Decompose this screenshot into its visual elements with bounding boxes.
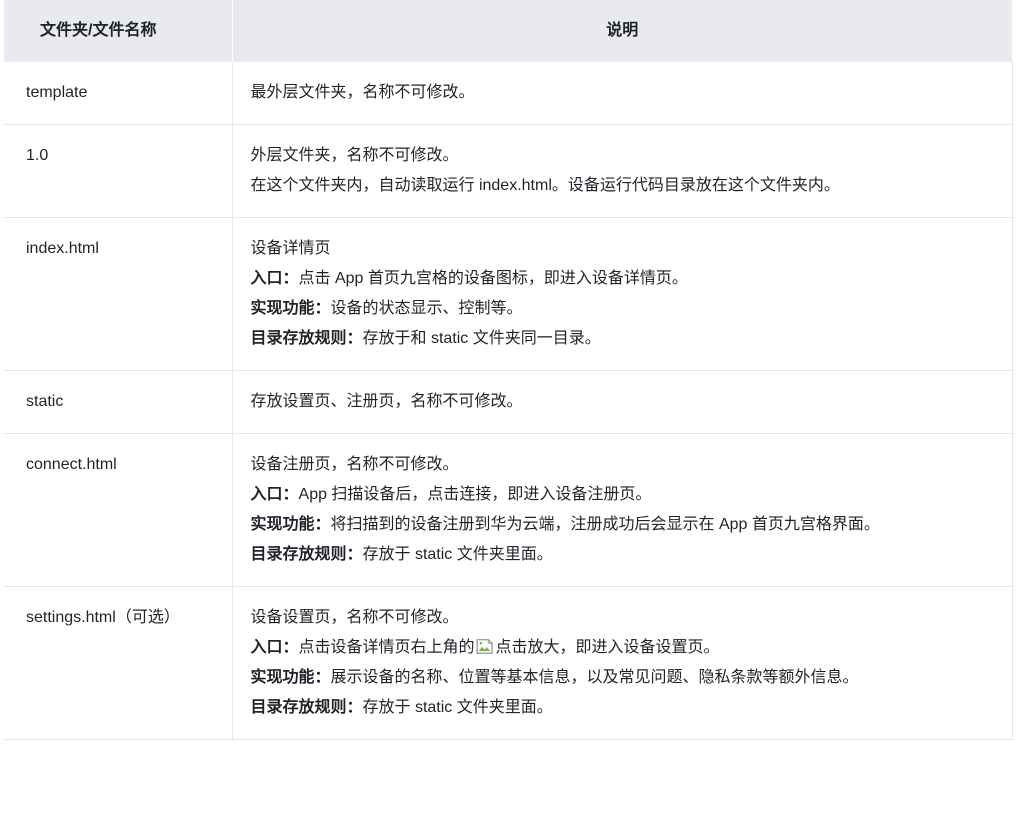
description-line: 设备注册页，名称不可修改。 [251, 450, 990, 480]
description-line: 目录存放规则：存放于 static 文件夹里面。 [251, 693, 990, 723]
description-line: 目录存放规则：存放于和 static 文件夹同一目录。 [251, 324, 990, 354]
description-line: 入口：App 扫描设备后，点击连接，即进入设备注册页。 [251, 480, 990, 510]
description-line: 实现功能：将扫描到的设备注册到华为云端，注册成功后会显示在 App 首页九宫格界… [251, 510, 990, 540]
table-row: static 存放设置页、注册页，名称不可修改。 [4, 370, 1013, 434]
description-label: 实现功能： [250, 516, 331, 533]
table-body: template 最外层文件夹，名称不可修改。 1.0 外层文件夹，名称不可修改。 在这… [4, 62, 1013, 740]
cell-file-name: template [4, 62, 233, 125]
table-row: template 最外层文件夹，名称不可修改。 [4, 62, 1013, 125]
cell-description: 外层文件夹，名称不可修改。在这个文件夹内，自动读取运行 index.html。设… [232, 124, 1013, 218]
cell-description: 存放设置页、注册页，名称不可修改。 [232, 370, 1013, 434]
table-row: connect.html 设备注册页，名称不可修改。 入口：App 扫描设备后，点击… [4, 433, 1013, 587]
description-text: 设备注册页，名称不可修改。 [250, 456, 459, 473]
table-row: index.html 设备详情页 入口：点击 App 首页九宫格的设备图标，即进入设… [4, 217, 1013, 371]
table-row: 1.0 外层文件夹，名称不可修改。 在这个文件夹内，自动读取运行 index.htm… [4, 124, 1013, 218]
column-header-description: 说明 [231, 0, 1012, 62]
cell-file-name: settings.html（可选） [4, 586, 233, 740]
folder-structure-table: 文件夹/文件名称 说明 template 最外层文件夹，名称不可修改。 1.0 外层文… [4, 0, 1013, 740]
description-label: 实现功能： [250, 300, 331, 317]
description-text: 展示设备的名称、位置等基本信息，以及常见问题、隐私条款等额外信息。 [330, 669, 859, 686]
cell-description: 设备设置页，名称不可修改。 入口：点击设备详情页右上角的 点击放大，即进入设备设置页… [232, 586, 1013, 740]
description-text: 在这个文件夹内，自动读取运行 index.html。设备运行代码目录放在这个文件… [250, 177, 840, 194]
table-container: 文件夹/文件名称 说明 template 最外层文件夹，名称不可修改。 1.0 外层文… [0, 0, 1034, 740]
description-line: 在这个文件夹内，自动读取运行 index.html。设备运行代码目录放在这个文件… [251, 171, 990, 201]
description-line: 入口：点击 App 首页九宫格的设备图标，即进入设备详情页。 [251, 264, 990, 294]
description-text: 存放设置页、注册页，名称不可修改。 [250, 393, 523, 410]
description-label: 入口： [250, 270, 299, 287]
description-text-after: 点击放大，即进入设备设置页。 [495, 639, 720, 656]
description-text: 存放于 static 文件夹里面。 [362, 699, 553, 716]
description-line: 设备设置页，名称不可修改。 [251, 603, 990, 633]
description-text: 将扫描到的设备注册到华为云端，注册成功后会显示在 App 首页九宫格界面。 [330, 516, 880, 533]
description-text: App 扫描设备后，点击连接，即进入设备注册页。 [298, 486, 652, 503]
description-text: 外层文件夹，名称不可修改。 [250, 147, 459, 164]
cell-file-name: static [4, 370, 233, 434]
description-text: 点击设备详情页右上角的 [298, 639, 475, 656]
description-text: 存放于和 static 文件夹同一目录。 [362, 330, 601, 347]
description-label: 入口： [250, 486, 299, 503]
cell-file-name: index.html [4, 217, 233, 371]
table-row: settings.html（可选） 设备设置页，名称不可修改。 入口：点击设备详情页… [4, 586, 1013, 740]
cell-file-name: connect.html [4, 433, 233, 587]
description-label: 目录存放规则： [250, 699, 363, 716]
description-line: 外层文件夹，名称不可修改。 [251, 141, 990, 171]
description-text: 点击 App 首页九宫格的设备图标，即进入设备详情页。 [298, 270, 688, 287]
description-line: 实现功能：设备的状态显示、控制等。 [251, 294, 990, 324]
cell-description: 设备注册页，名称不可修改。 入口：App 扫描设备后，点击连接，即进入设备注册页。… [232, 433, 1013, 587]
description-line: 最外层文件夹，名称不可修改。 [251, 78, 990, 108]
description-line: 实现功能：展示设备的名称、位置等基本信息，以及常见问题、隐私条款等额外信息。 [251, 663, 990, 693]
description-label: 实现功能： [250, 669, 331, 686]
description-line: 存放设置页、注册页，名称不可修改。 [251, 387, 990, 417]
cell-description: 最外层文件夹，名称不可修改。 [232, 62, 1013, 125]
description-text: 存放于 static 文件夹里面。 [362, 546, 553, 563]
description-text: 设备的状态显示、控制等。 [330, 300, 523, 317]
cell-file-name: 1.0 [4, 124, 233, 218]
description-line: 入口：点击设备详情页右上角的 点击放大，即进入设备设置页。 [251, 633, 990, 663]
description-text: 设备设置页，名称不可修改。 [250, 609, 459, 626]
cell-description: 设备详情页 入口：点击 App 首页九宫格的设备图标，即进入设备详情页。 实现功能：… [232, 217, 1013, 371]
broken-image-icon [476, 637, 495, 656]
description-label: 入口： [250, 639, 299, 656]
description-text: 最外层文件夹，名称不可修改。 [250, 84, 475, 101]
table-header: 文件夹/文件名称 说明 [4, 0, 1012, 62]
description-line: 设备详情页 [251, 234, 990, 264]
column-header-name: 文件夹/文件名称 [4, 0, 232, 62]
description-label: 目录存放规则： [250, 546, 363, 563]
description-label: 目录存放规则： [250, 330, 363, 347]
table-header-row: 文件夹/文件名称 说明 [4, 0, 1012, 62]
description-line: 目录存放规则：存放于 static 文件夹里面。 [251, 540, 990, 570]
description-text: 设备详情页 [250, 240, 331, 257]
